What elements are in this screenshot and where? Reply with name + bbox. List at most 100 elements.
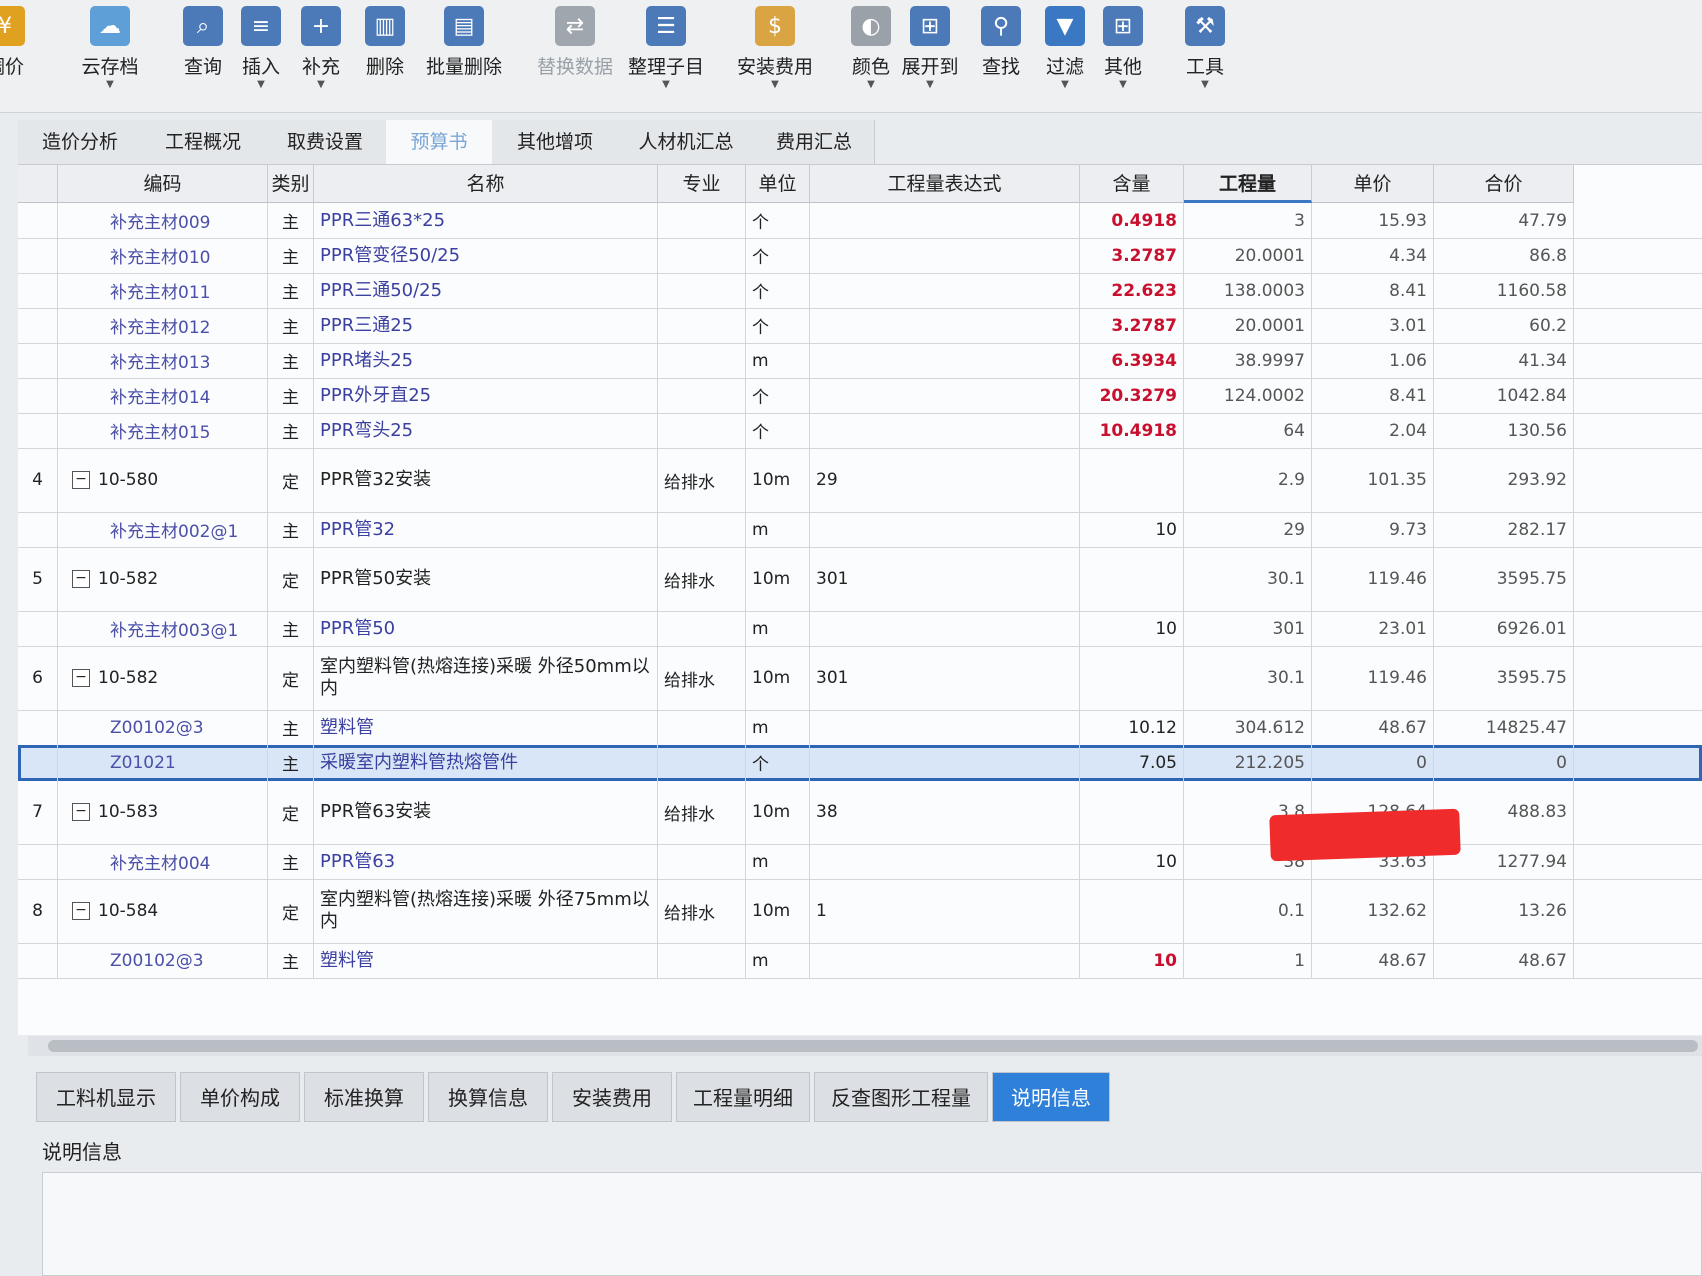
cell-unit[interactable]: 10m — [746, 547, 810, 611]
cell-type[interactable]: 定 — [268, 448, 314, 512]
cell-total[interactable]: 48.67 — [1434, 943, 1574, 978]
table-row[interactable]: 补充主材010 主 PPR管变径50/25 个 3.2787 20.0001 4.34 86.… — [18, 238, 1702, 274]
column-header-7[interactable]: 含量 — [1080, 165, 1184, 203]
cell-total[interactable]: 86.8 — [1434, 238, 1574, 273]
cell-unit[interactable]: 10m — [746, 780, 810, 844]
cell-expr[interactable] — [810, 512, 1080, 547]
cell-expr[interactable]: 29 — [810, 448, 1080, 512]
cell-price[interactable]: 8.41 — [1312, 378, 1434, 413]
cell-expr[interactable] — [810, 378, 1080, 413]
collapse-toggle-icon[interactable]: − — [72, 570, 90, 588]
cell-major[interactable] — [658, 413, 746, 448]
cell-total[interactable]: 3595.75 — [1434, 646, 1574, 710]
cell-content[interactable]: 22.623 — [1080, 273, 1184, 308]
table-row[interactable]: 补充主材011 主 PPR三通50/25 个 22.623 138.0003 8.41 116… — [18, 273, 1702, 309]
cell-expr[interactable] — [810, 611, 1080, 646]
cell-expr[interactable]: 301 — [810, 547, 1080, 611]
column-header-4[interactable]: 专业 — [658, 165, 746, 203]
bottom-tab-4[interactable]: 换算信息 — [428, 1072, 548, 1122]
table-row[interactable]: 补充主材009 主 PPR三通63*25 个 0.4918 3 15.93 47.79 — [18, 203, 1702, 239]
cell-code[interactable]: −10-580 — [58, 448, 268, 512]
cell-name[interactable]: PPR管50安装 — [314, 547, 658, 611]
cell-major[interactable] — [658, 343, 746, 378]
cell-code[interactable]: Z00102@3 — [58, 710, 268, 745]
cell-content[interactable]: 0.4918 — [1080, 203, 1184, 238]
column-header-0[interactable] — [18, 165, 58, 203]
collapse-toggle-icon[interactable]: − — [72, 902, 90, 920]
cell-code[interactable]: 补充主材003@1 — [58, 611, 268, 646]
cell-expr[interactable] — [810, 238, 1080, 273]
cell-qty[interactable]: 3 — [1184, 203, 1312, 238]
cell-total[interactable]: 60.2 — [1434, 308, 1574, 343]
cell-content[interactable] — [1080, 547, 1184, 611]
tab-5[interactable]: 其他增项 — [492, 120, 619, 165]
cell-name[interactable]: 室内塑料管(热熔连接)采暖 外径50mm以内 — [314, 646, 658, 710]
cell-qty[interactable]: 138.0003 — [1184, 273, 1312, 308]
collapse-toggle-icon[interactable]: − — [72, 669, 90, 687]
cell-type[interactable]: 主 — [268, 308, 314, 343]
toolbar-button-install-cost[interactable]: $ 安装费用 ▼ — [735, 6, 815, 91]
cell-expr[interactable] — [810, 745, 1080, 780]
cell-qty[interactable]: 29 — [1184, 512, 1312, 547]
toolbar-button-supplement[interactable]: + 补充 ▼ — [296, 6, 346, 91]
cell-code[interactable]: −10-582 — [58, 547, 268, 611]
cell-total[interactable]: 1042.84 — [1434, 378, 1574, 413]
cell-name[interactable]: PPR管63 — [314, 844, 658, 879]
cell-qty[interactable]: 20.0001 — [1184, 308, 1312, 343]
toolbar-button-cloud-archive[interactable]: ☁ 云存档 ▼ — [72, 6, 148, 91]
cell-price[interactable]: 3.01 — [1312, 308, 1434, 343]
cell-major[interactable] — [658, 745, 746, 780]
cell-name[interactable]: PPR管32 — [314, 512, 658, 547]
cell-code[interactable]: 补充主材014 — [58, 378, 268, 413]
tab-4[interactable]: 预算书 — [386, 120, 493, 164]
cell-total[interactable]: 6926.01 — [1434, 611, 1574, 646]
cell-qty[interactable]: 301 — [1184, 611, 1312, 646]
bottom-tab-8[interactable]: 说明信息 — [992, 1072, 1110, 1122]
cell-major[interactable]: 给排水 — [658, 448, 746, 512]
cell-name[interactable]: PPR堵头25 — [314, 343, 658, 378]
cell-total[interactable]: 1160.58 — [1434, 273, 1574, 308]
cell-type[interactable]: 主 — [268, 512, 314, 547]
cell-expr[interactable]: 301 — [810, 646, 1080, 710]
cell-total[interactable]: 41.34 — [1434, 343, 1574, 378]
cell-name[interactable]: 室内塑料管(热熔连接)采暖 外径75mm以内 — [314, 879, 658, 943]
cell-qty[interactable]: 0.1 — [1184, 879, 1312, 943]
cell-major[interactable] — [658, 943, 746, 978]
cell-content[interactable]: 10.4918 — [1080, 413, 1184, 448]
cell-type[interactable]: 主 — [268, 273, 314, 308]
column-header-9[interactable]: 单价 — [1312, 165, 1434, 203]
column-header-6[interactable]: 工程量表达式 — [810, 165, 1080, 203]
column-header-5[interactable]: 单位 — [746, 165, 810, 203]
cell-type[interactable]: 定 — [268, 879, 314, 943]
table-row[interactable]: 补充主材003@1 主 PPR管50 m 10 301 23.01 6926.01 — [18, 611, 1702, 647]
cell-total[interactable]: 293.92 — [1434, 448, 1574, 512]
cell-unit[interactable]: 个 — [746, 378, 810, 413]
cell-code[interactable]: Z00102@3 — [58, 943, 268, 978]
cell-name[interactable]: PPR三通63*25 — [314, 203, 658, 238]
table-row[interactable]: 补充主材014 主 PPR外牙直25 个 20.3279 124.0002 8.41 1042… — [18, 378, 1702, 414]
cell-content[interactable] — [1080, 879, 1184, 943]
cell-qty[interactable]: 38.9997 — [1184, 343, 1312, 378]
cell-name[interactable]: PPR三通25 — [314, 308, 658, 343]
cell-major[interactable]: 给排水 — [658, 646, 746, 710]
cell-major[interactable] — [658, 308, 746, 343]
cell-qty[interactable]: 1 — [1184, 943, 1312, 978]
column-header-8[interactable]: 工程量 — [1184, 165, 1312, 203]
column-header-3[interactable]: 名称 — [314, 165, 658, 203]
cell-code[interactable]: 补充主材011 — [58, 273, 268, 308]
cell-total[interactable]: 13.26 — [1434, 879, 1574, 943]
cell-name[interactable]: 采暖室内塑料管热熔管件 — [314, 745, 658, 780]
cell-major[interactable] — [658, 203, 746, 238]
cell-total[interactable]: 14825.47 — [1434, 710, 1574, 745]
cell-content[interactable]: 10.12 — [1080, 710, 1184, 745]
cell-unit[interactable]: 10m — [746, 879, 810, 943]
cell-name[interactable]: 塑料管 — [314, 943, 658, 978]
cell-major[interactable] — [658, 710, 746, 745]
cell-code[interactable]: 补充主材010 — [58, 238, 268, 273]
cell-major[interactable] — [658, 273, 746, 308]
cell-name[interactable]: PPR外牙直25 — [314, 378, 658, 413]
cell-code[interactable]: 补充主材004 — [58, 844, 268, 879]
cell-price[interactable]: 4.34 — [1312, 238, 1434, 273]
cell-content[interactable]: 10 — [1080, 943, 1184, 978]
cell-content[interactable]: 6.3934 — [1080, 343, 1184, 378]
